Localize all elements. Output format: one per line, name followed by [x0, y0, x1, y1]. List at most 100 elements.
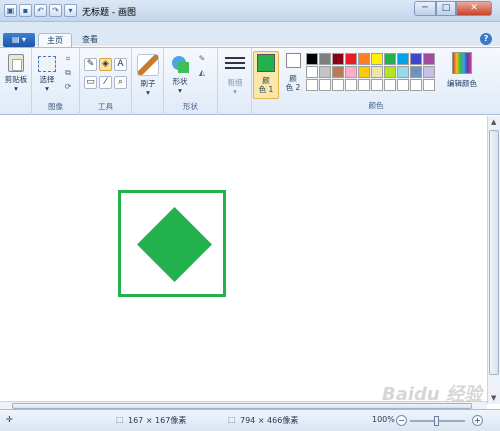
image-group: 选择 ▾ ⌗ ⧉ ⟳ 图像: [32, 48, 80, 115]
baidu-watermark: Baidu 经验: [382, 384, 483, 405]
scroll-up-icon[interactable]: ▲: [491, 118, 496, 126]
brushes-arrow-icon: ▾: [146, 88, 150, 97]
close-button[interactable]: ✕: [456, 1, 492, 16]
select-arrow-icon: ▾: [45, 84, 49, 93]
tab-view[interactable]: 查看: [74, 33, 106, 48]
edit-colors-button[interactable]: 编辑颜色: [446, 52, 478, 89]
selection-size: 167 × 167像素: [128, 416, 187, 425]
palette-swatch[interactable]: [306, 79, 318, 91]
brush-icon: [137, 54, 159, 76]
palette-swatch[interactable]: [397, 66, 409, 78]
edit-colors-icon: [452, 52, 472, 74]
palette-swatch[interactable]: [371, 79, 383, 91]
color1-swatch: [257, 54, 275, 72]
quick-access-toolbar: ▣ ▪ ↶ ↷ ▾: [4, 4, 77, 18]
ribbon: 剪贴板 ▾ 选择 ▾ ⌗ ⧉ ⟳ 图像 ✎ ◈ A ▭ ⁄ ⌕ 工具 刷子 ▾ …: [0, 47, 500, 115]
help-icon[interactable]: ?: [480, 33, 492, 45]
palette-swatch[interactable]: [423, 79, 435, 91]
drawing-canvas[interactable]: [0, 116, 491, 404]
color1-label-line1: 颜: [262, 76, 270, 85]
eraser-icon[interactable]: ▭: [84, 76, 97, 89]
edit-colors-label: 编辑颜色: [447, 79, 477, 88]
minimize-button[interactable]: ─: [414, 1, 436, 16]
text-tool-icon[interactable]: A: [114, 58, 127, 71]
palette-swatch[interactable]: [319, 79, 331, 91]
selection-rectangle[interactable]: [118, 190, 226, 297]
color-picker-icon[interactable]: ⁄: [99, 76, 112, 89]
tools-group: ✎ ◈ A ▭ ⁄ ⌕ 工具: [80, 48, 132, 115]
palette-swatch[interactable]: [371, 53, 383, 65]
scroll-down-icon[interactable]: ▼: [491, 394, 496, 402]
shapes-button[interactable]: 形状 ▾: [168, 56, 192, 95]
line-width-icon: [225, 57, 245, 75]
outline-icon[interactable]: ✎: [196, 54, 208, 64]
maximize-button[interactable]: □: [436, 1, 456, 16]
clipboard-label: 剪贴板: [4, 75, 28, 84]
palette-swatch[interactable]: [384, 79, 396, 91]
palette-swatch[interactable]: [410, 79, 422, 91]
zoom-in-button[interactable]: +: [472, 415, 483, 426]
image-size-icon: ⬚: [228, 415, 236, 424]
brushes-button[interactable]: 刷子 ▾: [136, 54, 160, 97]
crop-icon[interactable]: ⌗: [62, 54, 74, 64]
tab-home[interactable]: 主页: [38, 33, 72, 48]
palette-swatch[interactable]: [410, 66, 422, 78]
vertical-scrollbar[interactable]: ▲ ▼: [487, 116, 500, 404]
clipboard-button[interactable]: 剪贴板 ▾: [4, 54, 28, 93]
status-bar: ✛ ⬚ 167 × 167像素 ⬚ 794 × 466像素 100% − +: [0, 409, 500, 431]
palette-swatch[interactable]: [397, 79, 409, 91]
green-diamond-shape: [137, 207, 212, 282]
palette-swatch[interactable]: [345, 66, 357, 78]
shapes-group-label: 形状: [183, 102, 198, 111]
palette-swatch[interactable]: [345, 53, 357, 65]
pencil-icon[interactable]: ✎: [84, 58, 97, 71]
vertical-scroll-thumb[interactable]: [489, 130, 499, 375]
fill-shape-icon[interactable]: ◭: [196, 68, 208, 78]
fill-icon[interactable]: ◈: [99, 58, 112, 71]
color1-button[interactable]: 颜 色 1: [253, 51, 279, 99]
select-button[interactable]: 选择 ▾: [36, 56, 58, 93]
resize-icon[interactable]: ⧉: [62, 68, 74, 78]
palette-swatch[interactable]: [371, 66, 383, 78]
save-icon[interactable]: ▪: [19, 4, 32, 17]
tools-group-label: 工具: [98, 102, 113, 111]
clipboard-arrow-icon: ▾: [14, 84, 18, 93]
palette-swatch[interactable]: [345, 79, 357, 91]
title-bar: ▣ ▪ ↶ ↷ ▾ 无标题 - 画图 ─ □ ✕: [0, 0, 500, 22]
clipboard-group: 剪贴板 ▾: [0, 48, 32, 115]
palette-swatch[interactable]: [332, 79, 344, 91]
palette-swatch[interactable]: [358, 66, 370, 78]
palette-swatch[interactable]: [332, 53, 344, 65]
zoom-out-button[interactable]: −: [396, 415, 407, 426]
file-menu-button[interactable]: ▤ ▾: [3, 33, 35, 47]
redo-icon[interactable]: ↷: [49, 4, 62, 17]
zoom-slider[interactable]: [410, 416, 465, 426]
palette-swatch[interactable]: [423, 66, 435, 78]
select-label: 选择: [39, 75, 55, 84]
undo-icon[interactable]: ↶: [34, 4, 47, 17]
size-label: 粗细: [227, 78, 243, 87]
rotate-icon[interactable]: ⟳: [62, 82, 74, 92]
palette-swatch[interactable]: [319, 66, 331, 78]
palette-swatch[interactable]: [358, 53, 370, 65]
palette-swatch[interactable]: [319, 53, 331, 65]
window-title: 无标题 - 画图: [82, 8, 136, 18]
magnifier-icon[interactable]: ⌕: [114, 76, 127, 89]
palette-swatch[interactable]: [306, 53, 318, 65]
cursor-position-icon: ✛: [6, 415, 13, 424]
palette-swatch[interactable]: [384, 66, 396, 78]
size-button[interactable]: 粗细 ▾: [223, 54, 247, 96]
palette-swatch[interactable]: [306, 66, 318, 78]
palette-swatch[interactable]: [397, 53, 409, 65]
customize-dropdown-icon[interactable]: ▾: [64, 4, 77, 17]
paint-app-icon[interactable]: ▣: [4, 4, 17, 17]
palette-swatch[interactable]: [384, 53, 396, 65]
image-size: 794 × 466像素: [240, 416, 299, 425]
color2-button[interactable]: 颜 色 2: [281, 51, 305, 99]
palette-swatch[interactable]: [332, 66, 344, 78]
zoom-slider-knob[interactable]: [434, 416, 439, 426]
palette-swatch[interactable]: [358, 79, 370, 91]
palette-swatch[interactable]: [423, 53, 435, 65]
size-group: 粗细 ▾: [218, 48, 252, 115]
palette-swatch[interactable]: [410, 53, 422, 65]
